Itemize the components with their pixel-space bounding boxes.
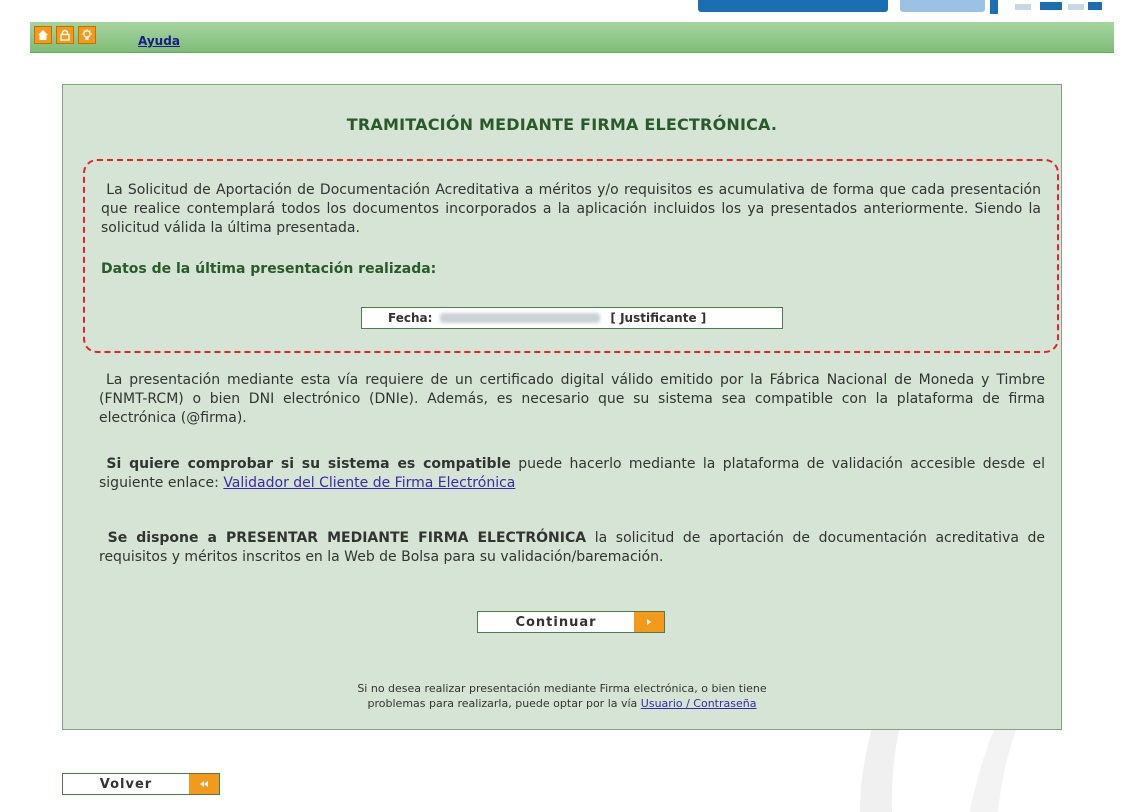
lightbulb-icon[interactable] xyxy=(78,26,96,44)
last-submission-box: La Solicitud de Aportación de Documentac… xyxy=(83,159,1059,353)
top-header-remnant xyxy=(690,0,1134,14)
validator-link[interactable]: Validador del Cliente de Firma Electróni… xyxy=(223,475,515,491)
back-button[interactable]: Volver xyxy=(62,773,220,795)
fecha-label: Fecha: xyxy=(388,311,433,325)
double-chevron-left-icon xyxy=(189,774,219,794)
justificante-link[interactable]: [ Justificante ] xyxy=(610,311,706,325)
main-panel: TRAMITACIÓN MEDIANTE FIRMA ELECTRÓNICA. … xyxy=(62,84,1062,730)
lock-icon[interactable] xyxy=(56,26,74,44)
chevron-right-icon xyxy=(634,612,664,632)
compatibility-text: Si quiere comprobar si su sistema es com… xyxy=(99,456,1045,491)
help-link[interactable]: Ayuda xyxy=(138,34,180,48)
page-title: TRAMITACIÓN MEDIANTE FIRMA ELECTRÓNICA. xyxy=(346,115,778,134)
home-icon[interactable] xyxy=(34,26,52,44)
alternative-login-note: Si no desea realizar presentación median… xyxy=(357,682,767,710)
submit-description: Se dispone a PRESENTAR MEDIANTE FIRMA EL… xyxy=(99,530,1046,565)
top-toolbar: Ayuda xyxy=(30,22,1114,53)
user-password-link[interactable]: Usuario / Contraseña xyxy=(641,697,757,710)
intro-text: La Solicitud de Aportación de Documentac… xyxy=(101,182,1041,236)
fecha-value-redacted xyxy=(440,313,601,323)
submission-date-box: Fecha: [ Justificante ] xyxy=(361,307,783,329)
requirements-text: La presentación mediante esta vía requie… xyxy=(99,372,1046,426)
continue-button[interactable]: Continuar xyxy=(477,611,665,633)
last-submission-heading: Datos de la última presentación realizad… xyxy=(101,261,437,277)
